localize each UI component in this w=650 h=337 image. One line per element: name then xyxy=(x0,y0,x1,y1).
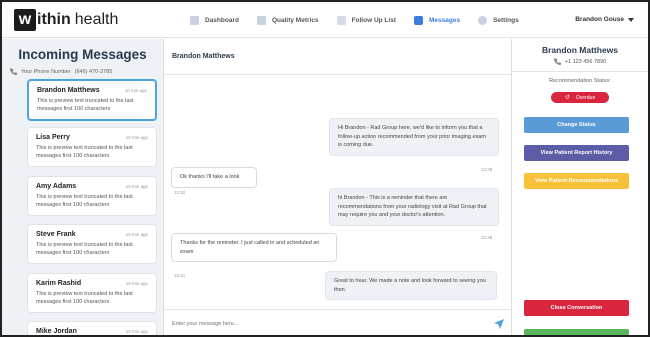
app-window: w ithin health Dashboard Quality Metrics… xyxy=(0,0,650,337)
divider xyxy=(512,71,648,72)
nav-dashboard-label: Dashboard xyxy=(205,16,239,24)
conversation-name: Mike Jordan xyxy=(36,328,77,335)
conversation-name: Steve Frank xyxy=(36,231,76,238)
conversation-name: Amy Adams xyxy=(36,183,77,190)
nav-messages[interactable]: Messages xyxy=(413,15,461,25)
recommendation-status-label: Recommendation Status: xyxy=(549,78,611,84)
logo-mark: w xyxy=(14,9,36,31)
nav-follow-up-list[interactable]: Follow Up List xyxy=(336,15,396,25)
message-timestamp: 12:39 xyxy=(481,235,493,240)
conversation-time: 10 min ago xyxy=(125,232,148,237)
conversation-preview: This is preview text truncated to the la… xyxy=(36,145,133,159)
message-timestamp: 12:32 xyxy=(174,190,186,195)
message-bubble-incoming: Ok thanks I'll take a look xyxy=(171,167,257,188)
inbox-title: Incoming Messages xyxy=(18,47,147,62)
message-bubble-outgoing: Great to hear. We made a note and look f… xyxy=(325,271,497,300)
chat-panel: Brandon Matthews Hi Brandon - Rad Group … xyxy=(164,39,512,335)
conversation-item[interactable]: Karim Rashid 10 min ago This is preview … xyxy=(27,273,157,313)
contact-phone: +1 123 456 7890 xyxy=(564,58,607,65)
conversation-item[interactable]: Lisa Perry 10 min ago This is preview te… xyxy=(27,127,157,167)
nav-dashboard[interactable]: Dashboard xyxy=(190,15,239,25)
action-button[interactable] xyxy=(524,329,629,335)
user-name: Brandon Gouse xyxy=(575,16,624,23)
phone-number: (646) 470-3785 xyxy=(74,68,113,75)
conversation-item[interactable]: Amy Adams 10 min ago This is preview tex… xyxy=(27,176,157,216)
gear-icon xyxy=(478,15,488,25)
status-badge-label: Overdue xyxy=(575,94,596,101)
logo-suffix: health xyxy=(74,11,119,28)
chat-header: Brandon Matthews xyxy=(164,39,511,75)
logo[interactable]: w ithin health xyxy=(14,9,118,31)
chevron-down-icon xyxy=(628,17,634,22)
nav-quality-metrics[interactable]: Quality Metrics xyxy=(256,15,319,25)
list-icon xyxy=(336,15,346,25)
conversation-time: 10 min ago xyxy=(124,88,147,93)
view-recommendations-button[interactable]: View Patient Recommendations xyxy=(524,173,629,189)
message-input[interactable] xyxy=(172,320,494,327)
conversation-item[interactable]: Mike Jordan 10 min ago xyxy=(27,321,157,335)
phone-number-row: Your Phone Number (646) 470-3785 xyxy=(10,68,163,75)
clock-icon: ↺ xyxy=(564,95,570,101)
phone-label: Your Phone Number xyxy=(21,68,71,75)
close-conversation-button[interactable]: Close Conversation xyxy=(524,300,629,316)
conversation-name: Lisa Perry xyxy=(36,134,70,141)
conversation-preview: This is preview text truncated to the la… xyxy=(36,194,133,208)
view-report-history-button[interactable]: View Patient Report History xyxy=(524,145,629,161)
nav-quality-metrics-label: Quality Metrics xyxy=(271,16,319,24)
change-status-button[interactable]: Change Status xyxy=(524,117,629,133)
nav-settings-label: Settings xyxy=(493,16,519,24)
top-nav: w ithin health Dashboard Quality Metrics… xyxy=(2,2,648,38)
user-menu[interactable]: Brandon Gouse xyxy=(575,16,634,23)
contact-name: Brandon Matthews xyxy=(541,45,619,55)
dashboard-icon xyxy=(190,15,199,25)
conversation-name: Karim Rashid xyxy=(36,280,82,287)
conversation-preview: This is preview text truncated to the la… xyxy=(36,291,133,305)
conversation-preview: This is preview text truncated to the la… xyxy=(37,98,134,112)
conversation-name: Brandon Matthews xyxy=(37,87,100,94)
clipboard-icon xyxy=(256,15,266,25)
nav-messages-label: Messages xyxy=(428,16,461,24)
nav-settings[interactable]: Settings xyxy=(478,15,519,25)
status-badge: ↺ Overdue xyxy=(551,92,609,103)
message-bubble-outgoing: hi Brandon - This is a reminder that the… xyxy=(329,188,499,226)
message-bubble-outgoing: Hi Brandon - Rad Group here, we'd like t… xyxy=(329,118,499,156)
conversation-item[interactable]: Brandon Matthews 10 min ago This is prev… xyxy=(27,79,157,121)
message-timestamp: 12:35 xyxy=(481,167,493,172)
conversation-time: 10 min ago xyxy=(125,184,148,189)
inbox-panel: Incoming Messages Your Phone Number (646… xyxy=(2,39,164,335)
phone-icon xyxy=(553,58,561,65)
chat-icon xyxy=(413,15,423,25)
message-composer xyxy=(164,309,512,335)
contact-phone-row: +1 123 456 7890 xyxy=(512,58,648,65)
message-timestamp: 12:41 xyxy=(174,273,186,278)
nav-follow-up-list-label: Follow Up List xyxy=(351,16,396,24)
message-bubble-incoming: Thanks for the reminder. I just called i… xyxy=(171,233,337,262)
logo-text: ithin xyxy=(37,11,71,28)
conversation-item[interactable]: Steve Frank 10 min ago This is preview t… xyxy=(27,224,157,264)
phone-icon xyxy=(10,68,17,75)
conversation-time: 10 min ago xyxy=(125,135,148,140)
conversation-time: 10 min ago xyxy=(125,329,148,334)
conversation-time: 10 min ago xyxy=(125,281,148,286)
nav-menu: Dashboard Quality Metrics Follow Up List… xyxy=(190,2,537,38)
contact-panel: Brandon Matthews +1 123 456 7890 Recomme… xyxy=(512,39,648,335)
conversation-preview: This is preview text truncated to the la… xyxy=(36,242,133,256)
send-icon[interactable] xyxy=(494,318,504,329)
